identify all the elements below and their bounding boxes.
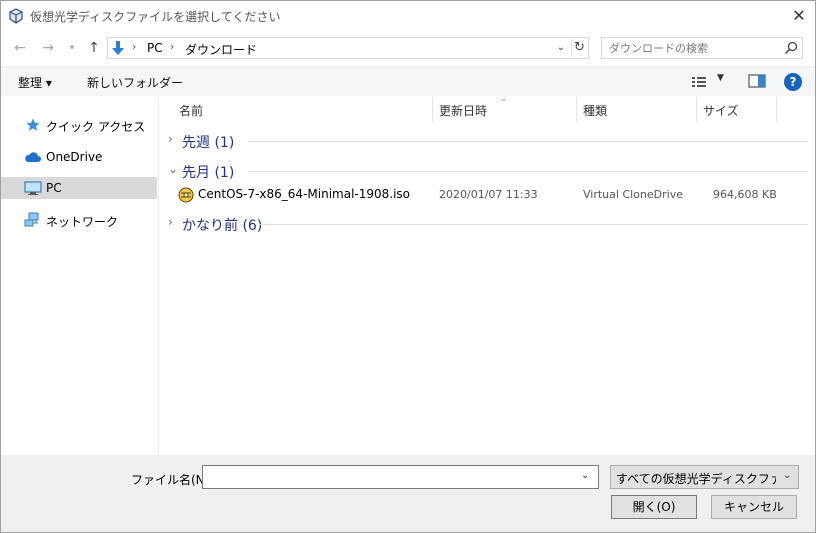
file-size: 964,608 KB xyxy=(713,188,777,201)
download-arrow-icon xyxy=(110,40,126,56)
column-divider[interactable] xyxy=(776,97,777,123)
title-bar: 仮想光学ディスクファイルを選択してください ✕ xyxy=(0,0,816,32)
window-title: 仮想光学ディスクファイルを選択してください xyxy=(30,10,281,24)
view-options-icon[interactable] xyxy=(691,74,707,90)
nav-item-pc[interactable]: PC xyxy=(1,177,157,199)
chevron-right-icon[interactable]: › xyxy=(168,132,173,146)
address-bar[interactable]: › PC › ダウンロード ⌄ ↻ xyxy=(107,37,589,59)
group-label: 先週 (1) xyxy=(182,135,235,151)
chevron-down-icon[interactable]: ⌄ xyxy=(554,40,568,56)
recent-locations-button[interactable]: ▾ xyxy=(62,38,82,58)
file-row[interactable]: CentOS-7-x86_64-Minimal-1908.iso 2020/01… xyxy=(174,183,810,207)
chevron-down-icon[interactable]: ⌄ xyxy=(783,470,791,481)
group-label: 先月 (1) xyxy=(182,165,235,181)
view-dropdown-arrow-icon[interactable]: ▼ xyxy=(717,73,724,83)
group-header-long-ago[interactable]: › かなり前 (6) xyxy=(160,213,810,235)
column-header-date[interactable]: 更新日時 xyxy=(439,102,487,119)
group-divider xyxy=(248,171,808,172)
column-divider[interactable] xyxy=(696,97,697,123)
group-divider xyxy=(260,224,808,225)
close-button[interactable]: ✕ xyxy=(784,4,814,28)
bottom-panel: ファイル名(N): ⌄ すべての仮想光学ディスクファイル (* ⌄ 開く(O) … xyxy=(1,455,815,532)
filename-input[interactable] xyxy=(203,466,573,488)
open-button[interactable]: 開く(O) xyxy=(611,495,697,519)
file-date: 2020/01/07 11:33 xyxy=(439,188,538,201)
group-label: かなり前 (6) xyxy=(182,218,263,234)
help-icon[interactable]: ? xyxy=(784,73,802,91)
nav-label: ネットワーク xyxy=(46,215,119,229)
file-type: Virtual CloneDrive xyxy=(583,188,683,201)
column-header-name[interactable]: 名前 xyxy=(179,102,203,119)
group-header-last-month[interactable]: ⌄ 先月 (1) xyxy=(160,160,810,182)
back-button[interactable]: ← xyxy=(10,38,30,58)
computer-icon xyxy=(24,180,42,196)
column-divider[interactable] xyxy=(576,97,577,123)
breadcrumb-downloads[interactable]: ダウンロード xyxy=(185,41,257,58)
navigation-pane: クイック アクセス OneDrive PC ネットワーク xyxy=(1,97,159,455)
chevron-right-icon[interactable]: › xyxy=(168,215,173,229)
new-folder-button[interactable]: 新しいフォルダー xyxy=(87,74,183,91)
column-divider[interactable] xyxy=(432,97,433,123)
search-box[interactable] xyxy=(601,37,803,59)
breadcrumb-separator[interactable]: › xyxy=(132,40,136,53)
group-header-last-week[interactable]: › 先週 (1) xyxy=(160,130,810,152)
refresh-icon[interactable]: ↻ xyxy=(571,39,587,57)
nav-item-quick-access[interactable]: クイック アクセス xyxy=(1,114,157,136)
cloud-icon xyxy=(24,149,41,165)
chevron-down-icon[interactable]: ⌄ xyxy=(581,470,589,481)
nav-label: PC xyxy=(46,181,62,195)
nav-item-network[interactable]: ネットワーク xyxy=(1,209,157,231)
forward-button[interactable]: → xyxy=(38,38,58,58)
breadcrumb-separator[interactable]: › xyxy=(170,40,174,53)
breadcrumb-pc[interactable]: PC xyxy=(147,41,163,55)
nav-label: OneDrive xyxy=(46,150,103,164)
cancel-button[interactable]: キャンセル xyxy=(711,495,797,519)
up-button[interactable]: ↑ xyxy=(84,38,104,58)
star-icon xyxy=(25,117,41,133)
virtualbox-icon xyxy=(8,8,24,24)
file-type-filter[interactable]: すべての仮想光学ディスクファイル (* ⌄ xyxy=(610,465,799,489)
preview-pane-icon[interactable] xyxy=(748,73,766,89)
search-icon[interactable] xyxy=(783,40,799,56)
nav-label: クイック アクセス xyxy=(46,120,146,134)
group-divider xyxy=(248,141,808,142)
search-input[interactable] xyxy=(602,38,780,58)
chevron-down-icon[interactable]: ⌄ xyxy=(168,162,178,176)
file-list: 名前 ⌄ 更新日時 種類 サイズ › 先週 (1) ⌄ 先月 (1) CentO… xyxy=(160,94,815,455)
file-name: CentOS-7-x86_64-Minimal-1908.iso xyxy=(198,187,411,201)
disc-image-icon xyxy=(178,187,194,203)
column-header-size[interactable]: サイズ xyxy=(703,102,739,119)
network-icon xyxy=(24,212,40,228)
sort-chevron-icon: ⌄ xyxy=(500,94,508,104)
column-header-type[interactable]: 種類 xyxy=(583,102,607,119)
filename-combobox[interactable]: ⌄ xyxy=(202,465,599,489)
command-bar: 整理 ▾ 新しいフォルダー ▼ ? xyxy=(1,66,815,96)
file-type-filter-value: すべての仮想光学ディスクファイル (* xyxy=(616,472,776,486)
nav-item-onedrive[interactable]: OneDrive xyxy=(1,146,157,168)
organize-button[interactable]: 整理 ▾ xyxy=(18,74,52,91)
